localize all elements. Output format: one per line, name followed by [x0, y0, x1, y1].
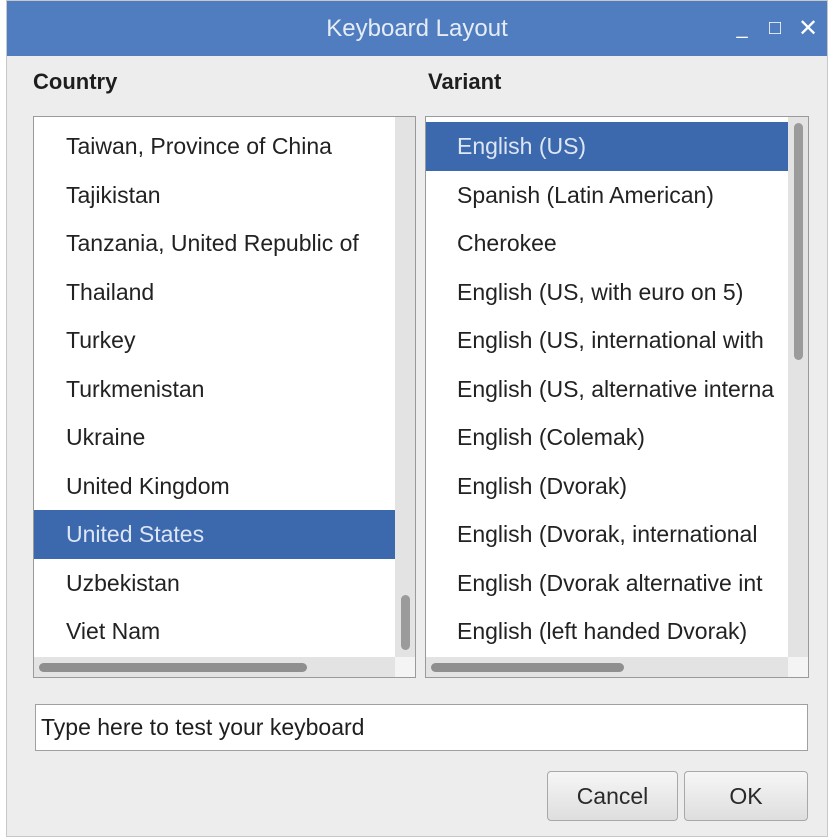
country-list-item[interactable]: United States [34, 510, 396, 559]
title-bar[interactable]: Keyboard Layout _ □ ✕ [7, 1, 827, 56]
country-list-item[interactable]: Viet Nam [34, 607, 396, 656]
variant-list-item[interactable]: English (Dvorak alternative int [426, 559, 788, 608]
variant-list[interactable]: English (US) Spanish (Latin American) Cher… [425, 116, 809, 678]
variant-list-item[interactable]: English (Colemak) [426, 413, 788, 462]
variant-items: English (US) Spanish (Latin American) Cher… [426, 117, 788, 656]
country-scroll-corner [395, 657, 415, 677]
country-items: Taiwan, Province of China Tajikistan Tanza… [34, 117, 396, 656]
variant-heading: Variant [428, 69, 502, 94]
variant-list-item[interactable]: English (US, alternative interna [426, 365, 788, 414]
variant-list-item[interactable]: Spanish (Latin American) [426, 171, 788, 220]
variant-vertical-scrollbar[interactable] [788, 117, 808, 657]
maximize-icon[interactable]: □ [760, 1, 790, 56]
variant-list-item[interactable]: English (US, with euro on 5) [426, 268, 788, 317]
keyboard-test-input[interactable]: Type here to test your keyboard [35, 704, 808, 751]
country-list-item[interactable]: Turkmenistan [34, 365, 396, 414]
ok-button[interactable]: OK [684, 771, 808, 821]
variant-vertical-scroll-thumb[interactable] [794, 123, 803, 360]
window-title: Keyboard Layout [326, 15, 508, 42]
minimize-icon[interactable]: _ [727, 1, 757, 56]
country-horizontal-scroll-thumb[interactable] [39, 663, 307, 672]
country-horizontal-scrollbar[interactable] [34, 657, 395, 677]
country-list-item[interactable]: Turkey [34, 316, 396, 365]
country-list-item[interactable]: Ukraine [34, 413, 396, 462]
variant-horizontal-scrollbar[interactable] [426, 657, 788, 677]
variant-list-item[interactable]: English (left handed Dvorak) [426, 607, 788, 656]
variant-horizontal-scroll-thumb[interactable] [431, 663, 624, 672]
cancel-button[interactable]: Cancel [547, 771, 678, 821]
close-icon[interactable]: ✕ [793, 1, 823, 56]
country-list-item[interactable]: Tanzania, United Republic of [34, 219, 396, 268]
country-heading: Country [33, 69, 118, 94]
variant-list-item[interactable]: English (Dvorak, international [426, 510, 788, 559]
country-vertical-scrollbar[interactable] [395, 117, 415, 657]
country-list-item[interactable]: Taiwan, Province of China [34, 122, 396, 171]
variant-list-item[interactable]: Cherokee [426, 219, 788, 268]
country-list-item[interactable]: United Kingdom [34, 462, 396, 511]
country-list-item[interactable]: Uzbekistan [34, 559, 396, 608]
country-list-item[interactable]: Tajikistan [34, 171, 396, 220]
variant-scroll-corner [788, 657, 808, 677]
country-list[interactable]: Taiwan, Province of China Tajikistan Tanza… [33, 116, 416, 678]
keyboard-layout-dialog: Keyboard Layout _ □ ✕ Country Variant Ta… [6, 0, 828, 837]
variant-list-item[interactable]: English (Dvorak) [426, 462, 788, 511]
country-vertical-scroll-thumb[interactable] [401, 595, 410, 650]
variant-list-item[interactable]: English (US) [426, 122, 788, 171]
variant-list-item[interactable]: English (US, international with [426, 316, 788, 365]
country-list-item[interactable]: Thailand [34, 268, 396, 317]
